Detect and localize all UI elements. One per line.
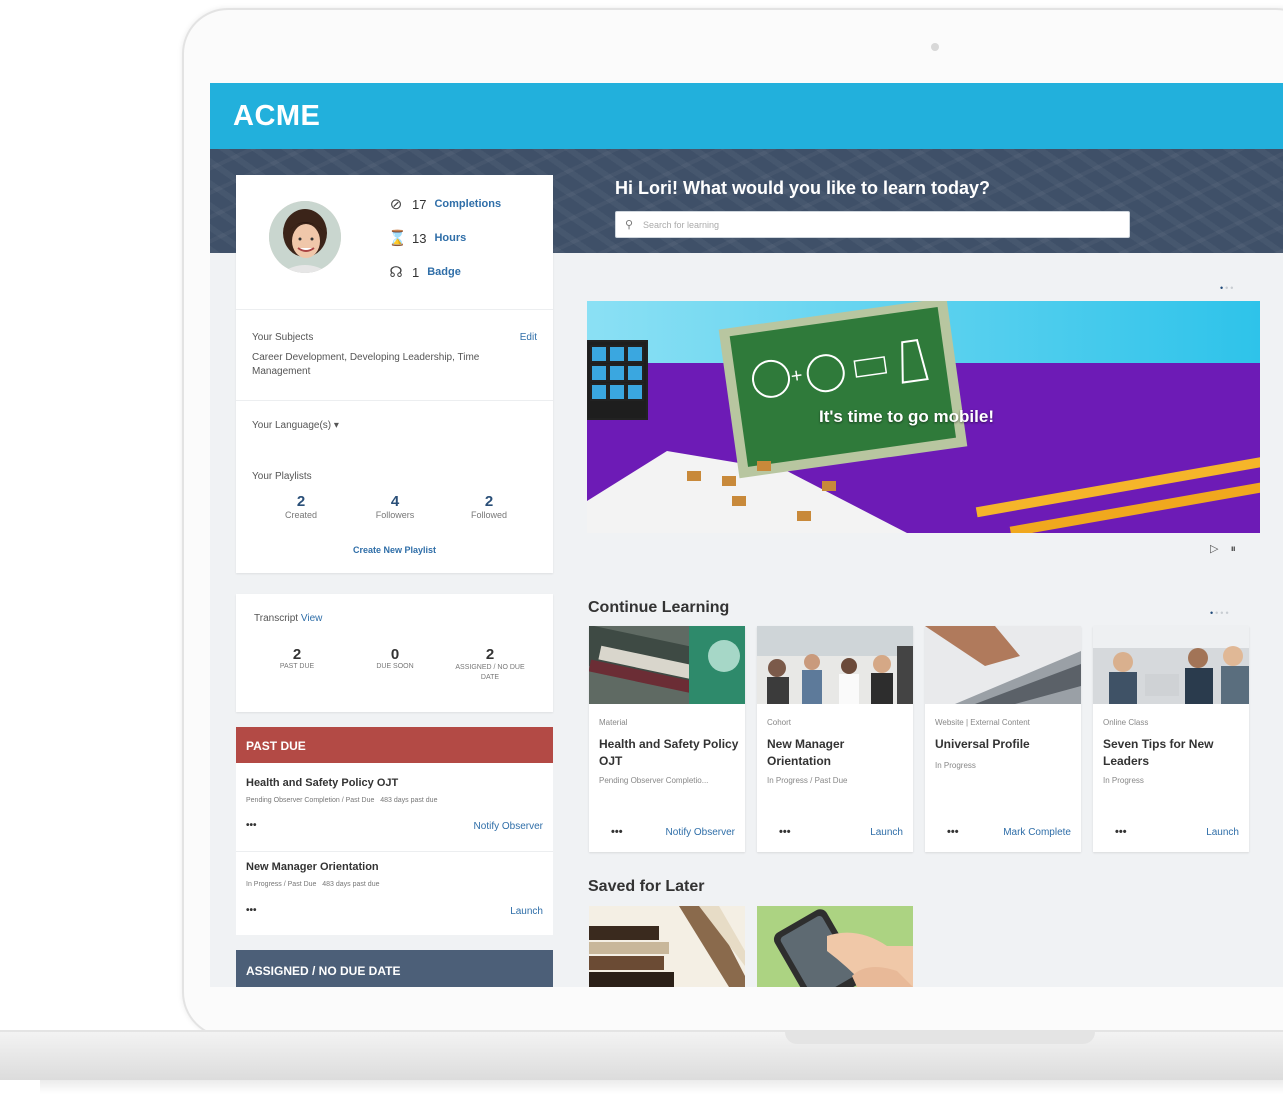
stat-completions[interactable]: ⊘ 17 Completions [388,195,501,213]
more-options-icon[interactable]: ••• [947,826,959,838]
divider [236,851,553,852]
pause-icon[interactable]: ⏸ [1230,543,1248,555]
card-title[interactable]: Seven Tips for New Leaders [1103,736,1243,770]
past-due-list: Health and Safety Policy OJT Pending Obs… [236,763,553,935]
card-thumbnail [925,626,1081,704]
more-options-icon[interactable]: ••• [611,826,623,838]
subjects-edit-link[interactable]: Edit [520,332,537,343]
banner-controls: ▷⏸ [1210,542,1248,556]
subjects-value: Career Development, Developing Leadershi… [252,352,480,377]
saved-for-later-title: Saved for Later [588,878,705,895]
profile-card: ⊘ 17 Completions ⌛ 13 Hours ☊ 1 Badge Yo… [236,175,553,573]
continue-learning-pagination[interactable]: •••• [1210,608,1231,618]
playlist-followers[interactable]: 4 Followers [360,493,430,520]
top-bar: ACME [210,83,1283,149]
learning-card[interactable]: Online Class Seven Tips for New Leaders … [1093,626,1249,852]
playlists-label: Your Playlists [252,471,312,482]
item-status: In Progress / Past Due 483 days past due [246,881,380,888]
acme-logo[interactable]: ACME [233,100,320,133]
transcript-header: Transcript View [254,613,323,624]
search-input[interactable]: ⚲ Search for learning [615,211,1130,238]
card-title[interactable]: New Manager Orientation [767,736,907,770]
item-title[interactable]: Health and Safety Policy OJT [246,777,398,789]
card-status: In Progress / Past Due [767,776,848,785]
laptop-shadow [40,1080,1283,1094]
transcript-assigned[interactable]: 2 ASSIGNED / NO DUE DATE [446,646,534,683]
languages-label: Your Language(s) [252,420,332,431]
card-status: Pending Observer Completio... [599,776,709,785]
transcript-due-soon[interactable]: 0 DUE SOON [360,646,430,670]
transcript-card: Transcript View 2 PAST DUE 0 DUE SOON 2 … [236,594,553,712]
notify-observer-button[interactable]: Notify Observer [474,821,543,832]
card-thumbnail [1093,626,1249,704]
continue-learning-title: Continue Learning [588,599,730,616]
camera-dot [931,43,939,51]
card-type: Online Class [1103,718,1149,727]
card-type: Material [599,718,628,727]
create-playlist-link[interactable]: Create New Playlist [236,545,553,555]
search-placeholder: Search for learning [643,220,720,230]
transcript-past-due[interactable]: 2 PAST DUE [262,646,332,670]
notify-observer-button[interactable]: Notify Observer [666,827,735,838]
divider [236,400,553,401]
divider [236,309,553,310]
learning-card[interactable]: Cohort New Manager Orientation In Progre… [757,626,913,852]
laptop-notch [785,1030,1095,1044]
search-icon: ⚲ [625,219,634,231]
past-due-header: PAST DUE [236,727,553,763]
stat-badge[interactable]: ☊ 1 Badge [388,263,461,281]
promo-banner[interactable]: + It's time to go mobile! [587,301,1260,533]
card-status: In Progress [1103,776,1144,785]
hourglass-icon: ⌛ [388,230,407,247]
more-options-icon[interactable]: ••• [1115,826,1127,838]
card-thumbnail [757,626,913,704]
launch-button[interactable]: Launch [1206,827,1239,838]
assigned-header: ASSIGNED / NO DUE DATE [236,950,553,987]
learning-card[interactable]: Material Health and Safety Policy OJT Pe… [589,626,745,852]
more-options-icon[interactable]: ••• [779,826,791,838]
playlist-followed[interactable]: 2 Followed [454,493,524,520]
item-status: Pending Observer Completion / Past Due 4… [246,797,438,804]
transcript-view-link[interactable]: View [301,613,323,624]
subjects-label: Your Subjects [252,332,314,343]
card-title[interactable]: Universal Profile [935,736,1075,753]
card-status: In Progress [935,761,976,770]
playlist-created[interactable]: 2 Created [266,493,336,520]
app-screen: ACME Hi Lori! What would you like to lea… [210,83,1283,987]
mark-complete-button[interactable]: Mark Complete [1003,827,1071,838]
badge-icon: ☊ [389,264,403,281]
banner-pagination[interactable]: ••• [1220,283,1235,293]
card-type: Website | External Content [935,718,1030,727]
more-options-icon[interactable]: ••• [246,820,257,831]
card-thumbnail [589,626,745,704]
stat-hours[interactable]: ⌛ 13 Hours [388,229,466,247]
languages-dropdown[interactable]: Your Language(s) ▾ [252,420,339,431]
chevron-down-icon: ▾ [333,420,339,431]
greeting-text: Hi Lori! What would you like to learn to… [615,178,991,198]
launch-button[interactable]: Launch [510,906,543,917]
item-title[interactable]: New Manager Orientation [246,861,379,873]
more-options-icon[interactable]: ••• [246,905,257,916]
card-title[interactable]: Health and Safety Policy OJT [599,736,739,770]
banner-text: It's time to go mobile! [819,407,994,426]
launch-button[interactable]: Launch [870,827,903,838]
learning-card[interactable]: Website | External Content Universal Pro… [925,626,1081,852]
saved-item-thumbnail[interactable] [589,906,745,987]
check-circle-icon: ⊘ [389,196,403,213]
card-type: Cohort [767,718,792,727]
avatar[interactable] [269,201,341,273]
saved-item-thumbnail[interactable] [757,906,913,987]
play-icon[interactable]: ▷ [1210,543,1230,555]
